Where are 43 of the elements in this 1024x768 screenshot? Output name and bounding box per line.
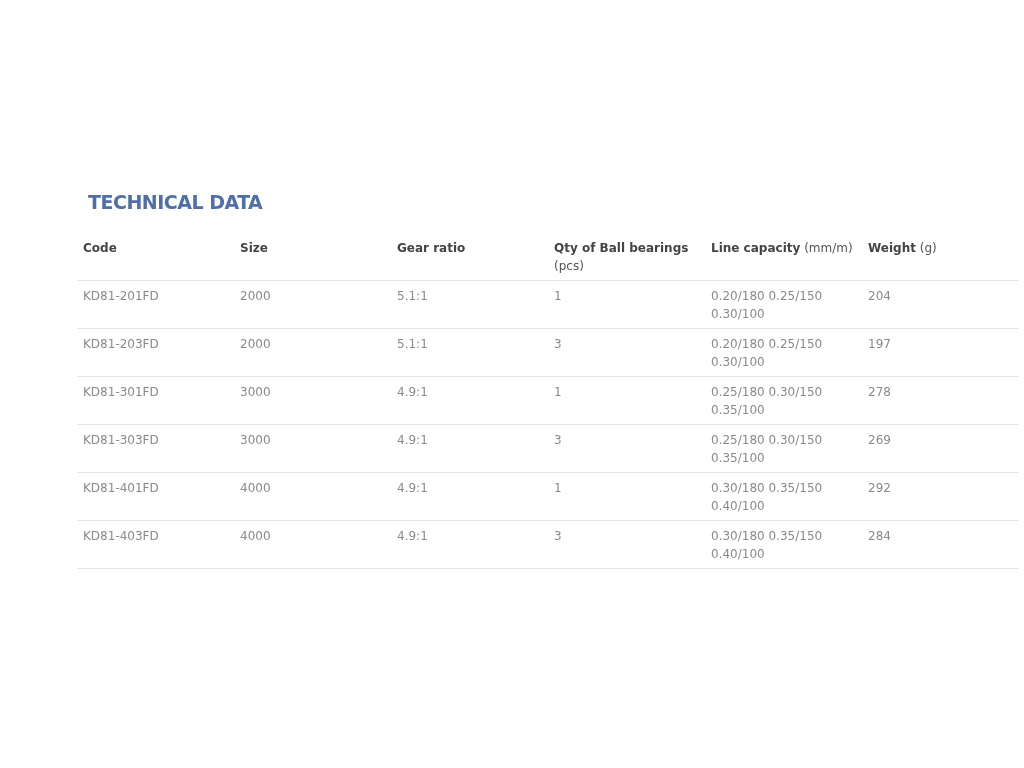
section-title: TECHNICAL DATA <box>88 190 263 215</box>
table-cell: 278 <box>862 376 1019 425</box>
table-cell: 0.30/180 0.35/150 0.40/100 <box>705 520 862 569</box>
table-cell: 3000 <box>234 376 391 425</box>
table-cell: 1 <box>548 376 705 425</box>
table-cell: 4.9:1 <box>391 376 548 425</box>
table-cell: 5.1:1 <box>391 328 548 377</box>
table-cell: 0.30/180 0.35/150 0.40/100 <box>705 472 862 521</box>
column-header: Line capacity (mm/m) <box>705 235 862 281</box>
table-cell: KD81-301FD <box>77 376 234 425</box>
table-cell: 0.20/180 0.25/150 0.30/100 <box>705 280 862 329</box>
table-cell: 204 <box>862 280 1019 329</box>
table-cell: KD81-401FD <box>77 472 234 521</box>
table-cell: 269 <box>862 424 1019 473</box>
table-cell: 4000 <box>234 520 391 569</box>
table-cell: KD81-203FD <box>77 328 234 377</box>
table-cell: 4000 <box>234 472 391 521</box>
table-cell: 4.9:1 <box>391 424 548 473</box>
table-cell: 3 <box>548 520 705 569</box>
table-cell: 3000 <box>234 424 391 473</box>
table-cell: 2000 <box>234 280 391 329</box>
table-cell: 292 <box>862 472 1019 521</box>
table-cell: 1 <box>548 472 705 521</box>
column-header: Size <box>234 235 391 281</box>
column-header: Weight (g) <box>862 235 1019 281</box>
table-cell: 0.25/180 0.30/150 0.35/100 <box>705 424 862 473</box>
table-cell: 5.1:1 <box>391 280 548 329</box>
table-cell: 284 <box>862 520 1019 569</box>
table-cell: 0.25/180 0.30/150 0.35/100 <box>705 376 862 425</box>
table-cell: KD81-201FD <box>77 280 234 329</box>
table-cell: 4.9:1 <box>391 472 548 521</box>
column-header: Gear ratio <box>391 235 548 281</box>
table-cell: 4.9:1 <box>391 520 548 569</box>
table-cell: 2000 <box>234 328 391 377</box>
table-cell: KD81-303FD <box>77 424 234 473</box>
column-header: Code <box>77 235 234 281</box>
table-cell: 0.20/180 0.25/150 0.30/100 <box>705 328 862 377</box>
column-header: Qty of Ball bearings (pcs) <box>548 235 705 281</box>
table-cell: 3 <box>548 424 705 473</box>
table-cell: KD81-403FD <box>77 520 234 569</box>
table-cell: 3 <box>548 328 705 377</box>
table-cell: 197 <box>862 328 1019 377</box>
table-cell: 1 <box>548 280 705 329</box>
